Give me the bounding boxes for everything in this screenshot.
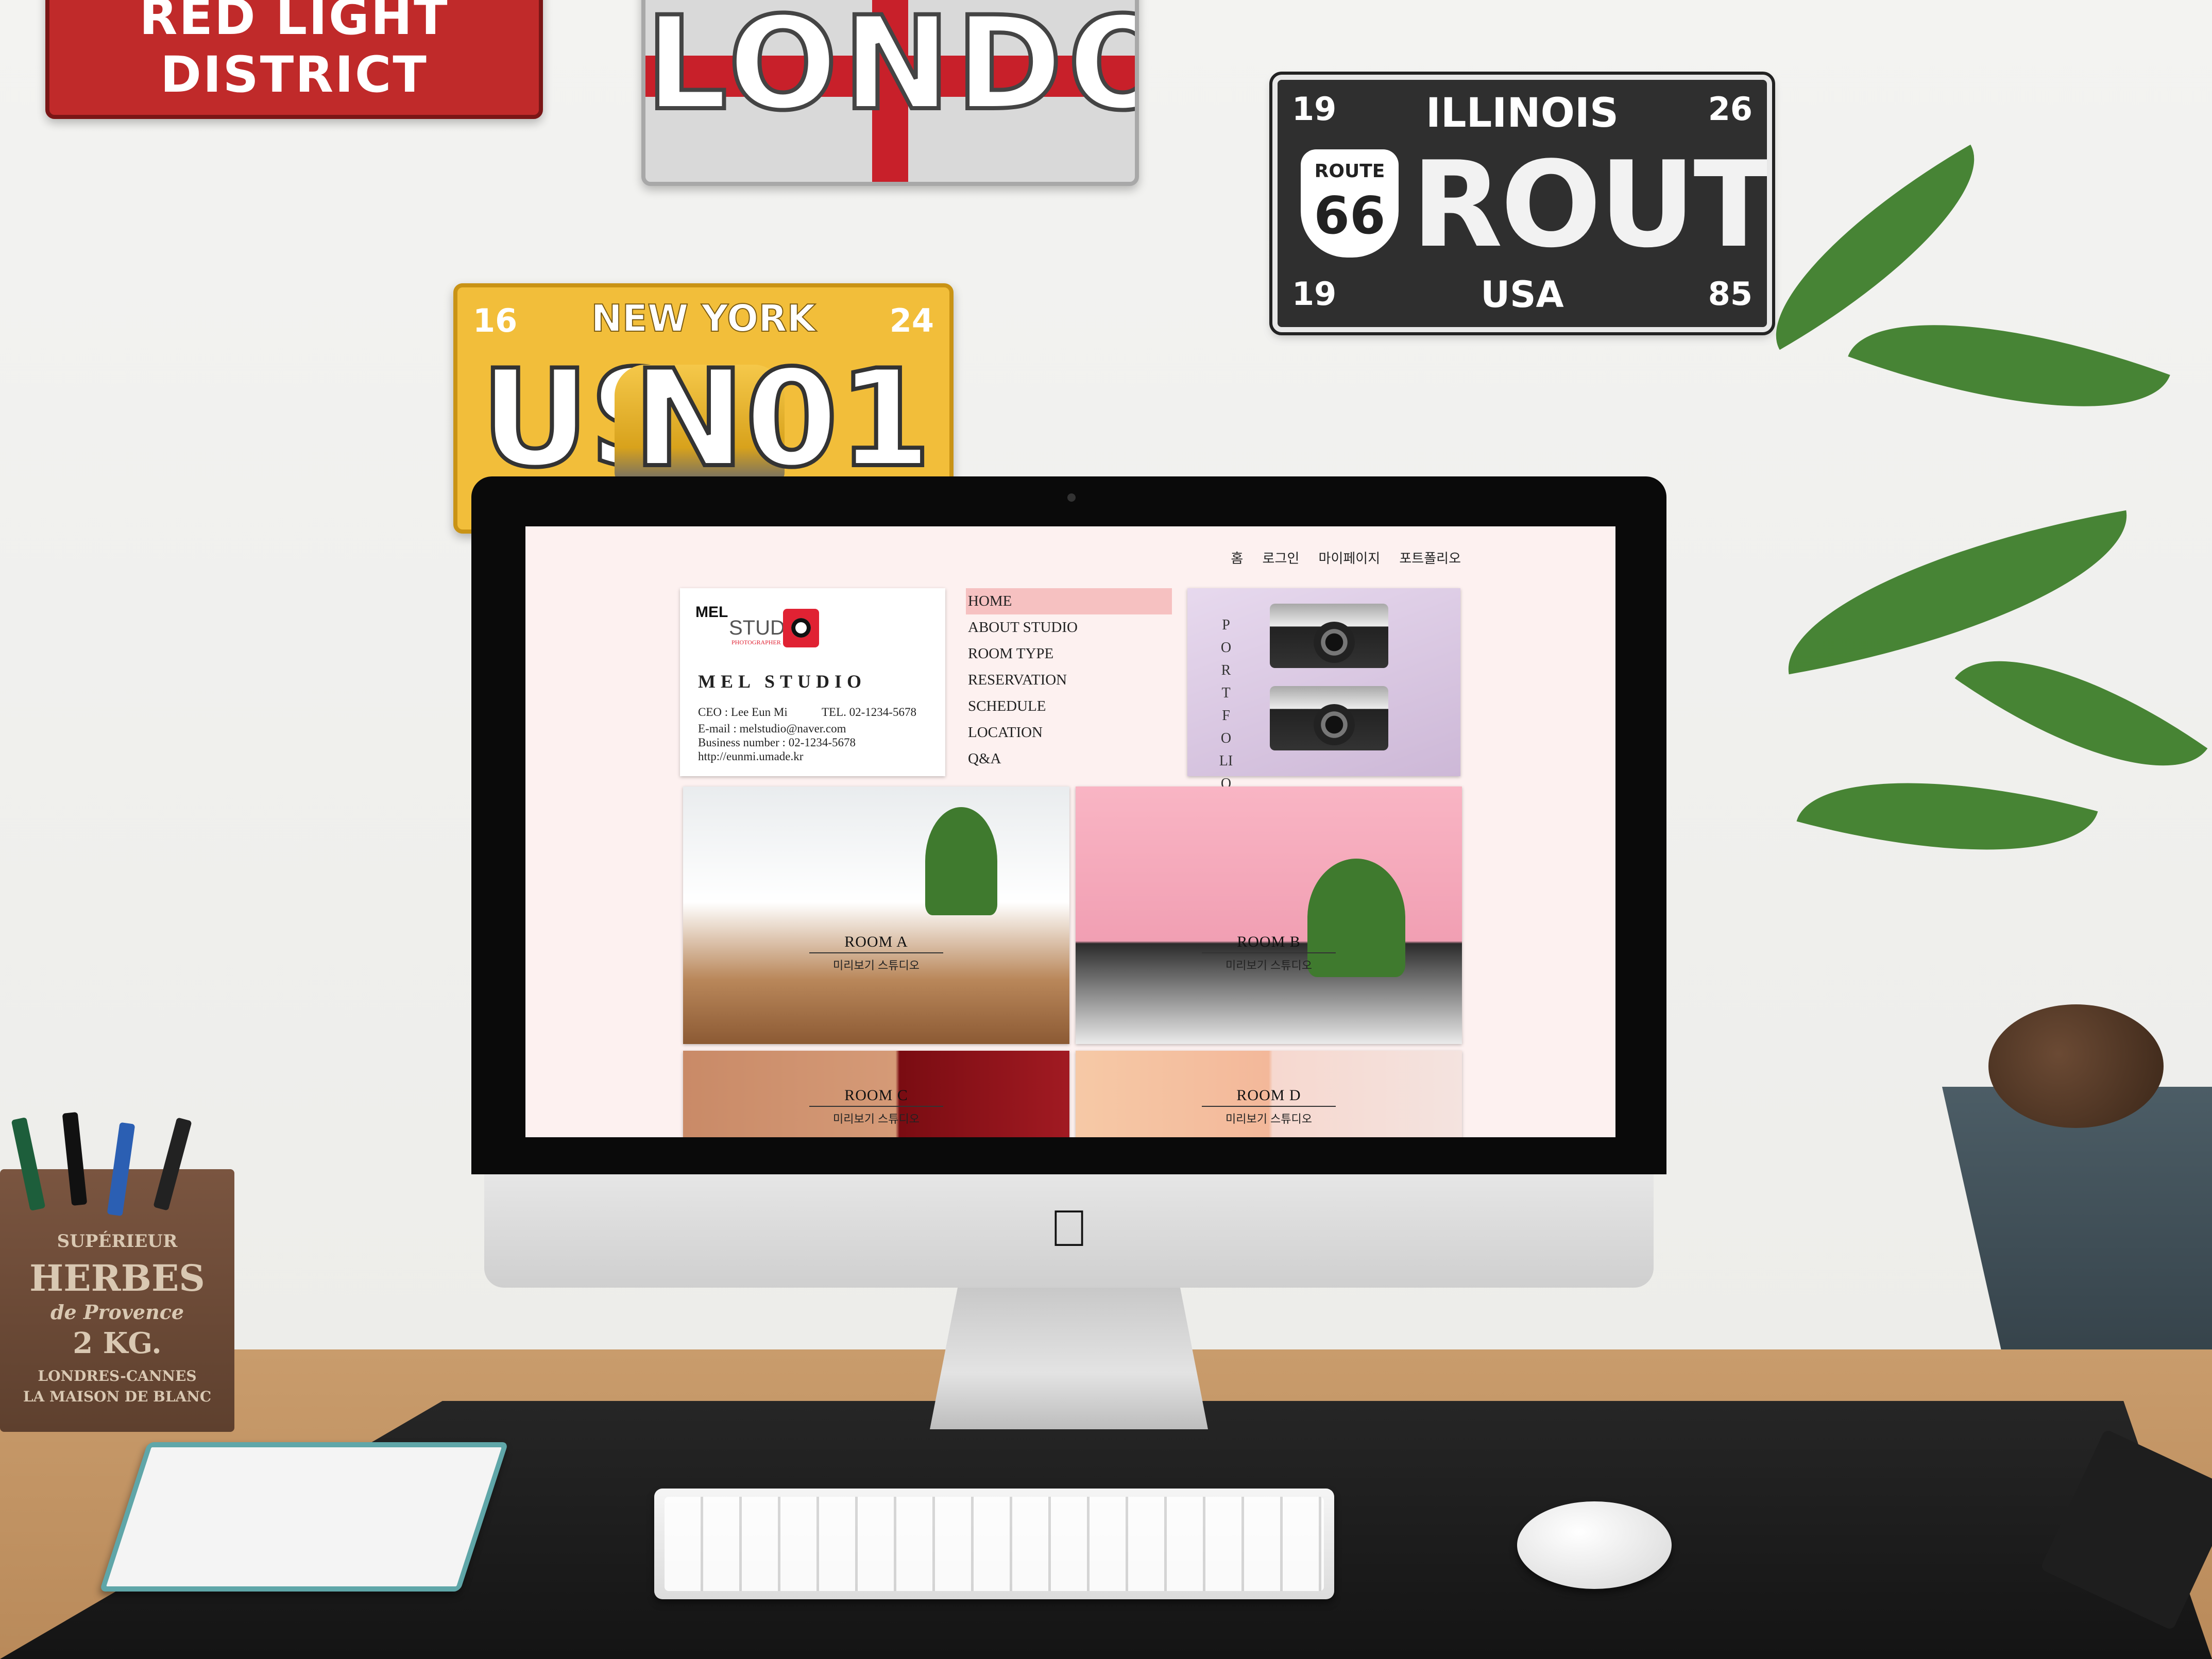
room-c-card[interactable]: ROOM C 미리보기 스튜디오: [683, 1051, 1069, 1137]
keyboard-keys: [665, 1497, 1324, 1591]
portfolio-label: PORTFOLIO: [1219, 617, 1233, 792]
route-country: USA: [1481, 273, 1564, 316]
plant-image: [925, 807, 997, 915]
room-sub: 미리보기 스튜디오: [832, 1113, 920, 1125]
vintage-camera-icon: [1270, 686, 1388, 750]
menu-reservation[interactable]: RESERVATION: [966, 667, 1172, 693]
studio-name: MEL STUDIO: [698, 671, 867, 692]
nav-home[interactable]: 홈: [1231, 551, 1243, 566]
business-card: MEL STUDIO PHOTOGRAPHER MEL STUDIO CEO :…: [680, 588, 945, 776]
nav-login[interactable]: 로그인: [1263, 551, 1300, 566]
room-rule: [809, 1106, 943, 1107]
room-a-card[interactable]: ROOM A 미리보기 스튜디오: [683, 786, 1069, 1044]
room-sub: 미리보기 스튜디오: [1225, 1113, 1313, 1125]
ny-state: NEW YORK: [591, 296, 816, 340]
main-menu: HOME ABOUT STUDIO ROOM TYPE RESERVATION …: [966, 588, 1172, 772]
shield-num: 66: [1314, 185, 1386, 246]
menu-room-type[interactable]: ROOM TYPE: [966, 641, 1172, 667]
box-line6: LA MAISON DE BLANC: [23, 1388, 212, 1405]
menu-location[interactable]: LOCATION: [966, 720, 1172, 746]
box-line1: SUPÉRIEUR: [57, 1231, 178, 1252]
logo-photographer: PHOTOGRAPHER: [731, 639, 781, 646]
shield-top: ROUTE: [1314, 161, 1385, 182]
route-shield-icon: ROUTE 66: [1301, 149, 1399, 258]
coconut-decor: [1988, 1004, 2164, 1128]
apple-logo-icon: : [1046, 1200, 1092, 1257]
room-title: ROOM C: [844, 1087, 908, 1104]
nav-mypage[interactable]: 마이페이지: [1319, 551, 1381, 566]
plate-red-label: RED LIGHT DISTRICT: [139, 0, 449, 104]
top-navigation: 홈 로그인 마이페이지 포트폴리오: [525, 548, 1461, 567]
box-line4: 2 KG.: [73, 1326, 162, 1360]
keyboard: [654, 1489, 1334, 1599]
menu-schedule[interactable]: SCHEDULE: [966, 693, 1172, 720]
box-line5: LONDRES-CANNES: [38, 1367, 197, 1384]
route-main: ROUTE66: [1411, 136, 1772, 274]
ceo-text: CEO : Lee Eun Mi: [698, 706, 788, 719]
room-rule: [1202, 952, 1336, 953]
room-rule: [809, 952, 943, 953]
room-rule: [1202, 1106, 1336, 1107]
plate-red-light-district: RED LIGHT DISTRICT: [45, 0, 543, 119]
camera-icon: [783, 609, 819, 647]
room-sub: 미리보기 스튜디오: [832, 959, 920, 972]
website-screen: 홈 로그인 마이페이지 포트폴리오 MEL STUDIO PHOTOGRAPHE…: [525, 526, 1615, 1137]
box-line2: HERBES: [29, 1257, 205, 1299]
route-state: ILLINOIS: [1425, 90, 1619, 136]
plate-london: LONDON: [641, 0, 1139, 186]
room-sub: 미리보기 스튜디오: [1225, 959, 1313, 972]
room-title: ROOM A: [844, 933, 908, 950]
room-title: ROOM D: [1236, 1087, 1301, 1104]
webcam-icon: [1067, 493, 1076, 502]
room-title: ROOM B: [1237, 933, 1301, 950]
plate-route66: 19 26 19 85 ILLINOIS ROUTE 66 ROUTE66 US…: [1269, 72, 1775, 335]
menu-qna[interactable]: Q&A: [966, 746, 1172, 772]
box-line3: de Provence: [50, 1301, 184, 1324]
email-text: E-mail : melstudio@naver.com: [698, 722, 846, 735]
plate-london-label: LONDON: [645, 0, 1135, 141]
notepad: [99, 1442, 509, 1592]
nav-portfolio[interactable]: 포트폴리오: [1399, 551, 1461, 566]
url-text[interactable]: http://eunmi.umade.kr: [698, 750, 803, 763]
camera-lens-icon: [1314, 622, 1355, 663]
magic-mouse: [1517, 1501, 1672, 1589]
menu-home[interactable]: HOME: [966, 588, 1172, 614]
ny-right: N01: [631, 339, 933, 499]
business-text: Business number : 02-1234-5678: [698, 736, 856, 749]
vintage-camera-icon: [1270, 604, 1388, 668]
portfolio-banner[interactable]: PORTFOLIO: [1187, 588, 1460, 792]
room-b-card[interactable]: ROOM B 미리보기 스튜디오: [1076, 786, 1462, 1044]
menu-about[interactable]: ABOUT STUDIO: [966, 614, 1172, 641]
tel-text: TEL. 02-1234-5678: [822, 706, 916, 719]
room-d-card[interactable]: ROOM D 미리보기 스튜디오: [1076, 1051, 1462, 1137]
logo-mel: MEL: [695, 604, 728, 621]
camera-lens-icon: [1314, 704, 1355, 745]
imac-stand: [930, 1288, 1208, 1429]
